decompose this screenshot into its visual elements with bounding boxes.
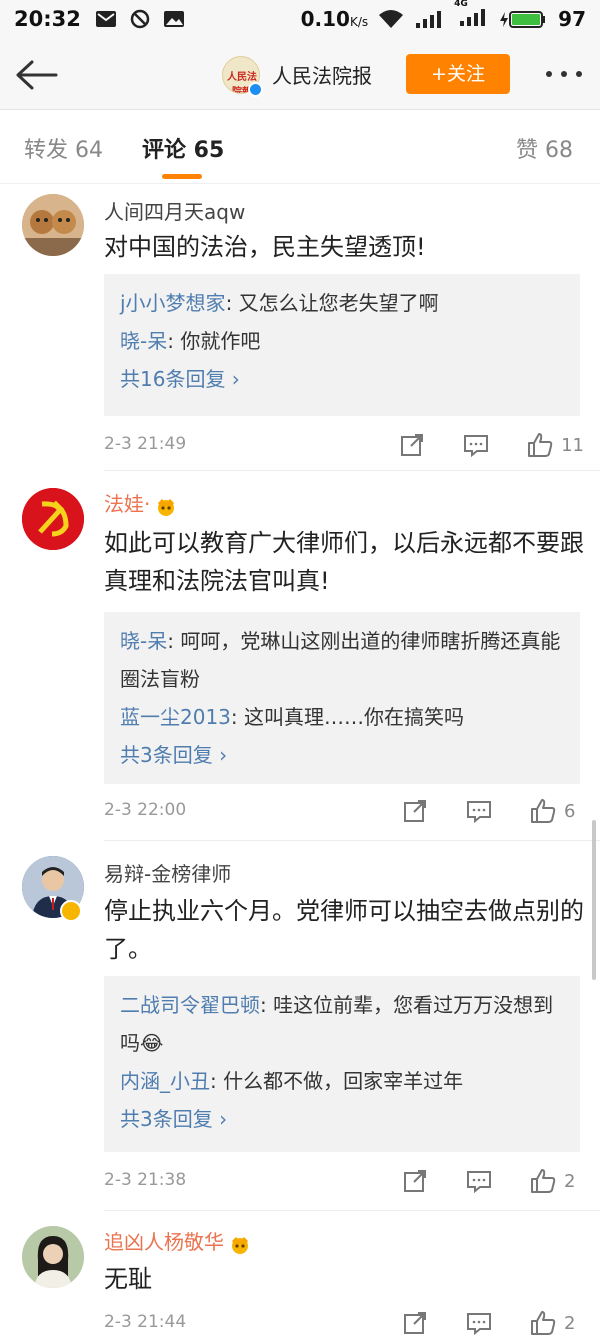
comment-meta: 2-3 22:00 6 bbox=[104, 798, 584, 828]
comment-meta: 2-3 21:49 11 bbox=[104, 432, 584, 462]
avatar[interactable] bbox=[22, 194, 84, 256]
divider bbox=[104, 470, 600, 471]
comment-username[interactable]: 法娃· bbox=[104, 488, 178, 517]
vip-crown-icon bbox=[232, 1236, 248, 1254]
reply-username[interactable]: 晓-呆 bbox=[120, 629, 167, 653]
comment-actions: 11 bbox=[361, 432, 584, 458]
avatar[interactable] bbox=[22, 488, 84, 550]
reply-item: 蓝一尘2013: 这叫真理……你在搞笑吗 bbox=[120, 698, 564, 736]
scrollbar[interactable] bbox=[592, 820, 596, 980]
signal-4g-icon bbox=[460, 8, 486, 26]
thumbs-up-icon[interactable] bbox=[527, 432, 553, 458]
comment-meta: 2-3 21:44 2 bbox=[104, 1310, 584, 1338]
comment-time: 2-3 21:38 bbox=[104, 1170, 187, 1190]
tab-likes[interactable]: 赞 68 bbox=[516, 132, 573, 164]
reply-text: : 什么都不做，回家宰羊过年 bbox=[210, 1069, 464, 1093]
battery-icon bbox=[500, 11, 546, 28]
reply-username[interactable]: 晓-呆 bbox=[120, 329, 167, 353]
comment-actions: 2 bbox=[364, 1310, 584, 1336]
verified-badge-icon bbox=[60, 900, 82, 922]
reply-item: 二战司令翟巴顿: 哇这位前辈，您看过万万没想到吗😂 bbox=[120, 986, 564, 1062]
message-icon bbox=[95, 11, 116, 27]
reply-item: 晓-呆: 呵呵，党琳山这刚出道的律师瞎折腾还真能圈法盲粉 bbox=[120, 622, 564, 698]
comment-username[interactable]: 人间四月天aqw bbox=[104, 196, 245, 225]
image-icon bbox=[163, 11, 184, 27]
comment-username[interactable]: 追凶人杨敬华 bbox=[104, 1226, 252, 1255]
comment-icon[interactable] bbox=[463, 432, 489, 458]
comment-time: 2-3 22:00 bbox=[104, 800, 187, 820]
status-time: 20:32 bbox=[14, 7, 81, 31]
like-count: 6 bbox=[564, 800, 576, 822]
comment-icon[interactable] bbox=[466, 798, 492, 824]
divider bbox=[104, 1210, 600, 1211]
reply-username[interactable]: 内涵_小丑 bbox=[120, 1069, 210, 1093]
reply-username[interactable]: j小小梦想家 bbox=[120, 291, 226, 315]
like-count: 2 bbox=[564, 1170, 576, 1192]
back-arrow-icon[interactable] bbox=[14, 52, 60, 98]
comment-actions: 2 bbox=[364, 1168, 584, 1194]
follow-button[interactable]: +关注 bbox=[406, 54, 510, 94]
reply-item: j小小梦想家: 又怎么让您老失望了啊 bbox=[120, 284, 564, 322]
repost-icon[interactable] bbox=[402, 798, 428, 824]
thumbs-up-icon[interactable] bbox=[530, 1168, 556, 1194]
comment-text: 停止执业六个月。党律师可以抽空去做点别的了。 bbox=[104, 897, 584, 963]
comment-text: 无耻 bbox=[104, 1265, 152, 1293]
reply-text: : 这叫真理……你在搞笑吗 bbox=[230, 705, 465, 729]
tab-comments[interactable]: 评论 65 bbox=[142, 132, 224, 164]
comment-username[interactable]: 易辩-金榜律师 bbox=[104, 858, 231, 887]
comment-time: 2-3 21:44 bbox=[104, 1312, 187, 1332]
comment-meta: 2-3 21:38 2 bbox=[104, 1168, 584, 1198]
reply-box[interactable]: j小小梦想家: 又怎么让您老失望了啊 晓-呆: 你就作吧 共16条回复 › bbox=[104, 274, 580, 416]
wifi-icon bbox=[379, 10, 404, 28]
battery-percent: 97 bbox=[558, 7, 586, 31]
net-speed: 0.10K/s bbox=[300, 7, 369, 31]
thumbs-up-icon[interactable] bbox=[530, 798, 556, 824]
comment-text: 如此可以教育广大律师们，以后永远都不要跟真理和法院法官叫真! bbox=[104, 529, 584, 595]
reply-box[interactable]: 二战司令翟巴顿: 哇这位前辈，您看过万万没想到吗😂 内涵_小丑: 什么都不做，回… bbox=[104, 976, 580, 1152]
reply-username[interactable]: 二战司令翟巴顿 bbox=[120, 993, 260, 1017]
reply-text: : 呵呵，党琳山这刚出道的律师瞎折腾还真能圈法盲粉 bbox=[120, 629, 561, 691]
reply-box[interactable]: 晓-呆: 呵呵，党琳山这刚出道的律师瞎折腾还真能圈法盲粉 蓝一尘2013: 这叫… bbox=[104, 612, 580, 784]
more-dots-icon[interactable] bbox=[544, 62, 584, 86]
comment-icon[interactable] bbox=[466, 1168, 492, 1194]
repost-icon[interactable] bbox=[399, 432, 425, 458]
reply-text: : 你就作吧 bbox=[167, 329, 261, 353]
comment-time: 2-3 21:49 bbox=[104, 434, 187, 454]
woman-avatar-icon bbox=[22, 1226, 84, 1288]
avatar[interactable] bbox=[22, 1226, 84, 1288]
signal-4g: 4G bbox=[454, 0, 488, 32]
comment-icon[interactable] bbox=[466, 1310, 492, 1336]
hammer-sickle-icon bbox=[22, 488, 84, 550]
divider bbox=[104, 840, 600, 841]
nav-bar: 人民法院報 人民法院报 +关注 bbox=[0, 38, 600, 110]
thumbs-up-icon[interactable] bbox=[530, 1310, 556, 1336]
more-replies-link[interactable]: 共3条回复 › bbox=[120, 1100, 564, 1138]
verified-badge-icon bbox=[248, 82, 263, 97]
repost-icon[interactable] bbox=[402, 1310, 428, 1336]
dogs-avatar-icon bbox=[22, 194, 84, 256]
repost-icon[interactable] bbox=[402, 1168, 428, 1194]
reply-username[interactable]: 蓝一尘2013 bbox=[120, 705, 231, 729]
tab-active-indicator bbox=[162, 174, 202, 179]
account-name[interactable]: 人民法院报 bbox=[272, 60, 372, 89]
more-replies-link[interactable]: 共3条回复 › bbox=[120, 736, 564, 774]
dnd-icon bbox=[130, 9, 150, 29]
tab-repost[interactable]: 转发 64 bbox=[24, 132, 103, 164]
reply-item: 晓-呆: 你就作吧 bbox=[120, 322, 564, 360]
reply-text: : 又怎么让您老失望了啊 bbox=[225, 291, 439, 315]
reply-item: 内涵_小丑: 什么都不做，回家宰羊过年 bbox=[120, 1062, 564, 1100]
comment-text: 对中国的法治，民主失望透顶! bbox=[104, 233, 426, 261]
tab-bar: 转发 64 评论 65 赞 68 bbox=[0, 110, 600, 184]
like-count: 2 bbox=[564, 1312, 576, 1334]
comment-actions: 6 bbox=[364, 798, 584, 824]
status-bar: 20:32 0.10K/s 4G 97 bbox=[0, 0, 600, 38]
vip-crown-icon bbox=[158, 498, 175, 516]
like-count: 11 bbox=[561, 434, 584, 456]
more-replies-link[interactable]: 共16条回复 › bbox=[120, 360, 564, 398]
signal-icon bbox=[416, 11, 442, 28]
